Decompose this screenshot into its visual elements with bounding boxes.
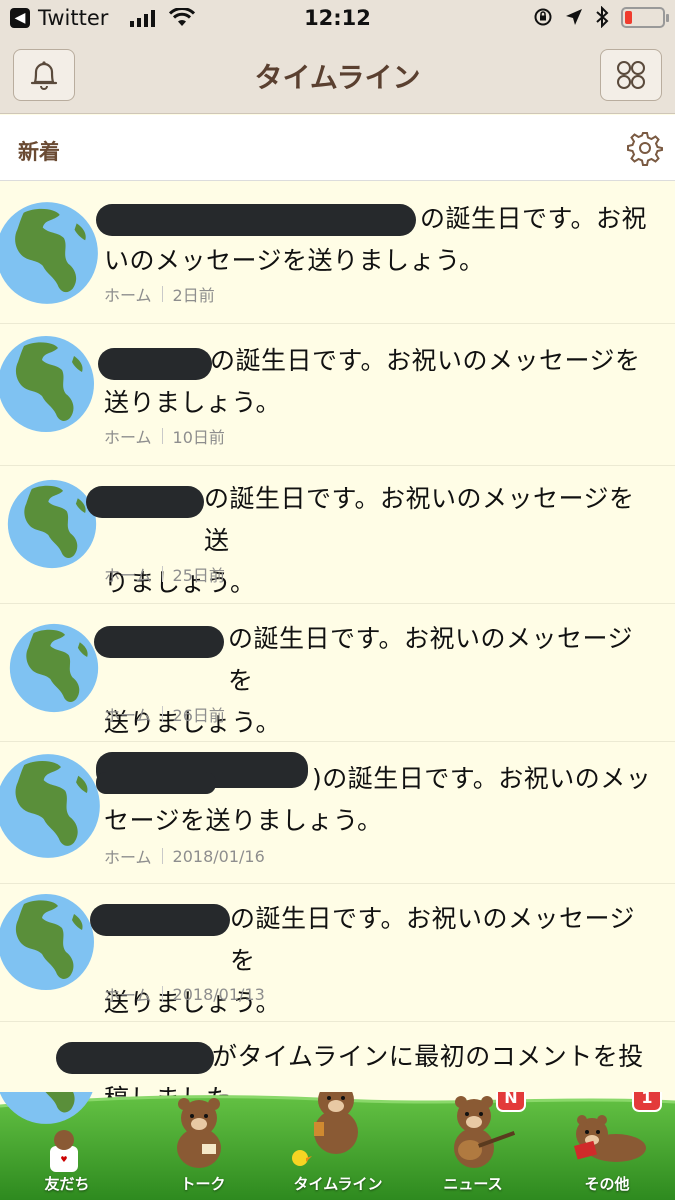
timestamp: 2018/01/16 [172,846,265,866]
source-label: ホーム [104,986,152,1005]
source-label: ホーム [104,566,152,585]
redacted-name [56,1042,214,1074]
bear-talk-icon [177,1098,221,1168]
message-line-2: 送りましょう。 [104,388,282,417]
svg-text:♥: ♥ [60,1155,67,1164]
globe-avatar-icon [7,479,97,569]
battery-icon [621,6,669,28]
globe-avatar-icon [0,336,94,432]
status-bar: ◀ Twitter 12:12 [0,0,675,38]
gear-icon[interactable] [627,130,663,166]
globe-avatar-icon [0,754,100,858]
feed-item[interactable]: の誕生日です。お祝いのメッセージを 送りましょう。 ホーム 26日前 [0,604,675,742]
rotation-lock-icon [534,8,552,26]
source-label: ホーム [104,706,152,725]
globe-avatar-icon [0,894,94,990]
more-badge: 1 [632,1092,662,1112]
tab-news[interactable]: ニュース [418,1173,528,1194]
feed-item[interactable]: の誕生日です。お祝いのメッセージを 送りましょう。 ホーム 2018/01/13 [0,884,675,1022]
redacted-name-overflow [96,772,216,794]
bear-more-icon [574,1115,646,1162]
timestamp: 25日前 [172,566,225,585]
section-header: 新着 [0,115,675,181]
message-line-2: セージを送りましょう。 [104,806,383,835]
feed-item[interactable]: の誕生日です。お祝 いのメッセージを送りましょう。 ホーム 2日前 [0,182,675,324]
redacted-name [96,204,416,236]
feed-item[interactable]: の誕生日です。お祝いのメッセージを 送りましょう。 ホーム 10日前 [0,324,675,466]
redacted-name [86,486,204,518]
redacted-name [94,626,224,658]
tab-more[interactable]: その他 [552,1173,662,1194]
four-circles-grid-icon [617,61,645,89]
location-arrow-icon [566,9,582,25]
feed-item[interactable]: )の誕生日です。お祝いのメッ セージを送りましょう。 ホーム 2018/01/16 [0,742,675,884]
redacted-name [98,348,212,380]
message-line-2: いのメッセージを送りましょう。 [104,246,485,275]
timestamp: 10日前 [172,428,225,447]
bluetooth-icon [596,6,609,28]
globe-avatar-icon [0,1092,93,1124]
timestamp: 2018/01/13 [172,984,265,1004]
source-label: ホーム [104,428,152,447]
source-label: ホーム [104,848,152,867]
globe-avatar-icon [0,202,98,304]
header: タイムライン [0,38,675,114]
tab-timeline[interactable]: タイムライン [282,1173,394,1194]
timestamp: 26日前 [172,706,225,725]
page-title: タイムライン [254,61,421,94]
tab-bar: ♥ 友だち トーク タイムライン N ニュース 1 その他 [0,1092,675,1200]
tab-friends[interactable]: 友だち [12,1173,122,1194]
source-label: ホーム [104,286,152,305]
bear-friends-icon: ♥ [50,1130,78,1172]
news-badge: N [496,1092,526,1112]
timestamp: 2日前 [172,286,215,305]
menu-grid-button[interactable] [600,49,662,101]
tab-talk[interactable]: トーク [148,1173,258,1194]
globe-avatar-icon [9,623,99,713]
section-title: 新着 [18,140,60,164]
bear-timeline-icon [292,1092,358,1166]
redacted-name [90,904,230,936]
feed-item[interactable]: の誕生日です。お祝いのメッセージを送 りましょう。 ホーム 25日前 [0,466,675,604]
